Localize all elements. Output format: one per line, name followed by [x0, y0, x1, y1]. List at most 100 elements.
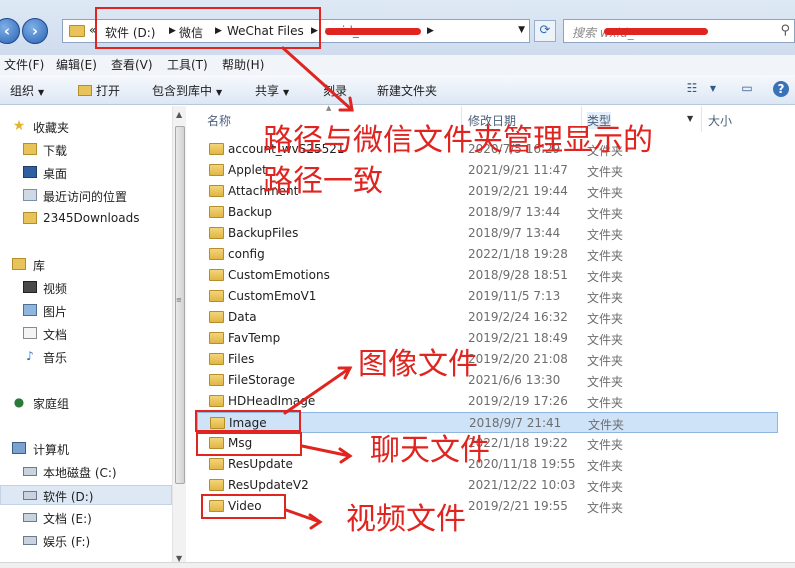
- horizontal-scrollbar[interactable]: [0, 562, 795, 568]
- file-row[interactable]: BackupFiles 2018/9/7 13:44 文件夹: [197, 223, 778, 244]
- nav-label: 计算机: [33, 443, 70, 457]
- folder-icon: [209, 185, 224, 197]
- file-date: 2021/6/6 13:30: [468, 373, 561, 387]
- file-date: 2019/2/21 18:49: [468, 331, 568, 345]
- include-library-label: 包含到库中: [152, 84, 213, 98]
- nav-recent[interactable]: 最近访问的位置: [0, 186, 172, 206]
- nav-drive-f[interactable]: 娱乐 (F:): [0, 531, 172, 551]
- folder-icon: [209, 143, 224, 155]
- redaction-scribble: [604, 28, 708, 35]
- scroll-up-icon[interactable]: ▲: [176, 110, 182, 119]
- share-button[interactable]: 共享 ▼: [255, 82, 289, 99]
- nav-libraries[interactable]: 库: [0, 255, 172, 275]
- picture-library-icon: [23, 304, 37, 316]
- nav-drive-c[interactable]: 本地磁盘 (C:): [0, 462, 172, 482]
- menu-view[interactable]: 查看(V): [111, 56, 153, 73]
- menu-edit[interactable]: 编辑(E): [56, 56, 97, 73]
- nav-2345downloads[interactable]: 2345Downloads: [0, 209, 172, 229]
- file-row[interactable]: Data 2019/2/24 16:32 文件夹: [197, 307, 778, 328]
- preview-pane-icon[interactable]: ▭: [738, 81, 756, 97]
- organize-button[interactable]: 组织 ▼: [10, 82, 44, 99]
- file-row[interactable]: Backup 2018/9/7 13:44 文件夹: [197, 202, 778, 223]
- file-date: 2021/9/21 11:47: [468, 163, 568, 177]
- file-date: 2018/9/7 13:44: [468, 226, 561, 240]
- file-type: 文件夹: [587, 165, 624, 179]
- organize-label: 组织: [10, 84, 35, 98]
- nav-label: 娱乐 (F:): [43, 535, 91, 549]
- command-bar: 组织 ▼ 打开 包含到库中 ▼ 共享 ▼ 刻录 新建文件夹 ☷ ▼ ▭ ?: [0, 75, 795, 105]
- folder-icon: [69, 25, 85, 37]
- column-header-name[interactable]: 名称: [207, 112, 231, 129]
- menu-tools[interactable]: 工具(T): [167, 56, 208, 73]
- drive-icon: [23, 513, 37, 522]
- music-note-icon: ♪: [26, 349, 34, 363]
- folder-icon: [209, 248, 224, 260]
- chevron-down-icon[interactable]: ▼: [704, 84, 722, 100]
- view-options-icon[interactable]: ☷: [683, 81, 701, 97]
- file-row[interactable]: ResUpdateV2 2021/12/22 10:03 文件夹: [197, 475, 778, 496]
- file-date: 2019/2/21 19:44: [468, 184, 568, 198]
- file-name: Backup: [228, 205, 272, 219]
- new-folder-button[interactable]: 新建文件夹: [377, 82, 437, 99]
- file-row[interactable]: FileStorage 2021/6/6 13:30 文件夹: [197, 370, 778, 391]
- nav-drive-d[interactable]: 软件 (D:): [0, 485, 172, 505]
- scrollbar-thumb[interactable]: [175, 126, 185, 484]
- computer-icon: [12, 442, 26, 454]
- nav-scrollbar[interactable]: ▲ ≡ ▼: [172, 106, 186, 568]
- nav-homegroup[interactable]: ● 家庭组: [0, 393, 172, 413]
- nav-drive-e[interactable]: 文档 (E:): [0, 508, 172, 528]
- file-row[interactable]: CustomEmotions 2018/9/28 18:51 文件夹: [197, 265, 778, 286]
- nav-favorites[interactable]: ★ 收藏夹: [0, 117, 172, 137]
- file-type: 文件夹: [587, 459, 624, 473]
- nav-computer[interactable]: 计算机: [0, 439, 172, 459]
- nav-pictures[interactable]: 图片: [0, 301, 172, 321]
- nav-label: 下载: [43, 144, 68, 158]
- include-library-button[interactable]: 包含到库中 ▼: [152, 82, 222, 99]
- menu-bar: 文件(F) 编辑(E) 查看(V) 工具(T) 帮助(H): [0, 55, 795, 75]
- file-row[interactable]: HDHeadImage 2019/2/19 17:26 文件夹: [197, 391, 778, 412]
- file-type: 文件夹: [587, 396, 624, 410]
- burn-button[interactable]: 刻录: [323, 82, 347, 99]
- grip-icon: ≡: [176, 296, 182, 304]
- file-type: 文件夹: [587, 207, 624, 221]
- help-icon[interactable]: ?: [773, 81, 789, 97]
- back-button[interactable]: ‹: [0, 18, 20, 44]
- share-label: 共享: [255, 84, 280, 98]
- nav-label: 音乐: [43, 351, 68, 365]
- recent-places-icon: [23, 189, 37, 201]
- file-row[interactable]: CustomEmoV1 2019/11/5 7:13 文件夹: [197, 286, 778, 307]
- nav-label: 库: [33, 259, 46, 273]
- column-divider[interactable]: [701, 106, 702, 132]
- open-folder-icon: [78, 85, 92, 96]
- search-icon[interactable]: ⚲: [780, 23, 790, 38]
- navigation-pane: ★ 收藏夹 下载 桌面 最近访问的位置 2345Downloads 库 视频 图片…: [0, 106, 186, 568]
- column-header-size[interactable]: 大小: [708, 112, 732, 129]
- nav-music[interactable]: ♪ 音乐: [0, 347, 172, 367]
- nav-documents[interactable]: 文档: [0, 324, 172, 344]
- file-row[interactable]: config 2022/1/18 19:28 文件夹: [197, 244, 778, 265]
- file-name: Files: [228, 352, 255, 366]
- chevron-down-icon: ▼: [283, 88, 290, 97]
- forward-button[interactable]: ›: [22, 18, 48, 44]
- chevron-down-icon[interactable]: ▼: [687, 114, 693, 123]
- nav-downloads[interactable]: 下载: [0, 140, 172, 160]
- refresh-button[interactable]: ⟳: [534, 20, 556, 42]
- folder-icon: [209, 374, 224, 386]
- file-name: FileStorage: [228, 373, 296, 387]
- menu-file[interactable]: 文件(F): [4, 56, 44, 73]
- nav-desktop[interactable]: 桌面: [0, 163, 172, 183]
- chevron-down-icon[interactable]: ▼: [518, 25, 525, 35]
- msg-highlight-box: [196, 432, 302, 456]
- file-row[interactable]: FavTemp 2019/2/21 18:49 文件夹: [197, 328, 778, 349]
- open-button[interactable]: 打开: [78, 82, 120, 99]
- sort-arrow-icon: ▲: [326, 104, 332, 112]
- file-row[interactable]: Files 2019/2/20 21:08 文件夹: [197, 349, 778, 370]
- file-type: 文件夹: [587, 375, 624, 389]
- search-input[interactable]: 搜索 wxid_ ⚲: [563, 19, 795, 43]
- file-type: 文件夹: [587, 312, 624, 326]
- chevron-right-icon[interactable]: ▶: [427, 26, 434, 36]
- nav-label: 软件 (D:): [43, 490, 94, 504]
- nav-videos[interactable]: 视频: [0, 278, 172, 298]
- downloads-folder-icon: [23, 143, 37, 155]
- menu-help[interactable]: 帮助(H): [222, 56, 264, 73]
